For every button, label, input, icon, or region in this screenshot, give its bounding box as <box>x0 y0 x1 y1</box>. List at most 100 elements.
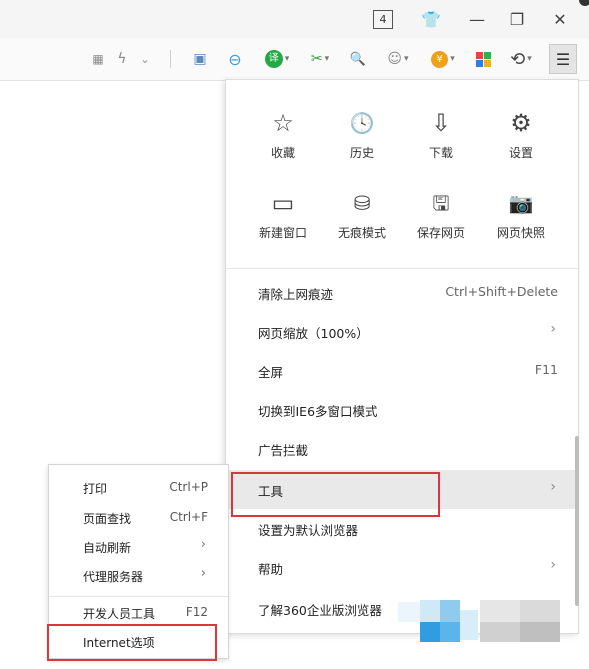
tools-submenu: 打印 Ctrl+P 页面查找 Ctrl+F 自动刷新 › 代理服务器 › 开发人… <box>47 464 229 661</box>
undo-button[interactable]: ⟲ ▾ <box>505 48 537 70</box>
internet-options-highlight-box <box>47 624 217 661</box>
menu-item-label: 设置为默认浏览器 <box>258 523 359 538</box>
ad-block-item[interactable]: 广告拦截 <box>226 429 578 468</box>
find-in-page-item[interactable]: 页面查找 Ctrl+F <box>49 503 228 532</box>
menu-item-label: 了解360企业版浏览器 <box>258 603 382 618</box>
favorites-item[interactable]: ☆ 收藏 <box>248 108 318 161</box>
mosaic-block <box>420 600 440 622</box>
undo-icon: ⟲ <box>510 48 526 70</box>
submenu-item-label: 页面查找 <box>83 512 132 526</box>
downloads-label: 下载 <box>428 146 453 160</box>
mosaic-block <box>520 600 560 622</box>
qr-code-icon[interactable]: ▦ <box>90 48 106 70</box>
window-icon: ▭ <box>271 189 295 217</box>
proxy-server-item[interactable]: 代理服务器 › <box>49 561 228 590</box>
menu-scrollbar[interactable] <box>575 436 579 606</box>
save-page-item[interactable]: 🖫 保存网页 <box>406 188 476 241</box>
menu-item-label: 全屏 <box>258 365 284 380</box>
coin-icon: ¥ <box>431 50 449 68</box>
title-bar: 4 👕 — ❐ ✕ <box>0 0 589 38</box>
menu-item-shortcut: F11 <box>534 362 558 377</box>
help-item[interactable]: 帮助 › <box>226 548 578 587</box>
submenu-item-shortcut: F12 <box>185 605 208 619</box>
star-icon: ☆ <box>272 109 294 137</box>
screenshot-icon[interactable]: ▣ <box>190 48 210 70</box>
chevron-right-icon: › <box>200 566 206 581</box>
main-menu: ☆ 收藏 🕓 历史 ⇩ 下载 ⚙ 设置 ▭ 新建窗口 ⛁ 无痕模式 🖫 保存网页… <box>225 79 579 634</box>
flash-icon[interactable]: ϟ <box>114 48 130 70</box>
translate-button[interactable]: 译 ▾ <box>262 48 292 70</box>
settings-item[interactable]: ⚙ 设置 <box>486 108 556 161</box>
menu-item-label: 清除上网痕迹 <box>258 287 334 302</box>
clear-history-item[interactable]: 清除上网痕迹 Ctrl+Shift+Delete <box>226 273 578 312</box>
new-window-label: 新建窗口 <box>258 226 307 240</box>
menu-item-label: 切换到IE6多窗口模式 <box>258 404 378 419</box>
print-item[interactable]: 打印 Ctrl+P <box>49 473 228 502</box>
chevron-down-icon[interactable]: ⌄ <box>138 48 152 70</box>
download-icon: ⇩ <box>430 109 452 137</box>
minus-circle-icon[interactable]: ⊖ <box>225 48 245 70</box>
submenu-item-shortcut: Ctrl+F <box>169 510 208 524</box>
menu-item-label: 网页缩放（100%） <box>258 326 369 341</box>
mosaic-block <box>440 600 460 622</box>
mosaic-block <box>440 622 460 642</box>
dropdown-arrow-icon: ▾ <box>324 54 330 64</box>
close-button[interactable]: ✕ <box>545 8 575 30</box>
screenshot-scissors-button[interactable]: ✂ ▾ <box>305 48 335 70</box>
dropdown-arrow-icon: ▾ <box>527 54 532 64</box>
auto-refresh-item[interactable]: 自动刷新 › <box>49 532 228 561</box>
default-browser-item[interactable]: 设置为默认浏览器 <box>226 509 578 548</box>
incognito-item[interactable]: ⛁ 无痕模式 <box>327 188 397 241</box>
game-icon: ☺ <box>387 51 403 67</box>
menu-divider <box>226 268 578 269</box>
new-window-item[interactable]: ▭ 新建窗口 <box>248 188 318 241</box>
mosaic-block <box>480 600 520 622</box>
submenu-item-label: 打印 <box>83 482 108 496</box>
translate-icon: 译 <box>264 50 283 68</box>
clock-icon: 🕓 <box>349 111 375 135</box>
history-item[interactable]: 🕓 历史 <box>327 108 397 161</box>
downloads-item[interactable]: ⇩ 下载 <box>406 108 476 161</box>
snapshot-item[interactable]: 📷 网页快照 <box>486 188 556 241</box>
settings-label: 设置 <box>508 146 533 160</box>
mosaic-block <box>480 622 520 642</box>
fullscreen-item[interactable]: 全屏 F11 <box>226 351 578 390</box>
minimize-button[interactable]: — <box>462 8 492 30</box>
chevron-right-icon: › <box>200 537 206 552</box>
menu-item-label: 广告拦截 <box>258 443 309 458</box>
menu-item-shortcut: Ctrl+Shift+Delete <box>445 284 558 299</box>
ie6-mode-item[interactable]: 切换到IE6多窗口模式 <box>226 390 578 429</box>
history-label: 历史 <box>349 146 374 160</box>
apps-icon[interactable] <box>473 48 493 70</box>
incognito-label: 无痕模式 <box>337 226 386 240</box>
chevron-right-icon: › <box>550 557 556 573</box>
search-icon[interactable]: 🔍 <box>348 48 368 70</box>
snapshot-label: 网页快照 <box>496 226 545 240</box>
dropdown-arrow-icon: ▾ <box>284 54 290 64</box>
tab-count-badge[interactable]: 4 <box>373 10 393 29</box>
submenu-item-label: 开发人员工具 <box>83 607 156 621</box>
dropdown-arrow-icon: ▾ <box>404 54 409 64</box>
corner-badge-icon <box>579 0 589 6</box>
scissors-icon: ✂ <box>310 51 323 67</box>
mosaic-block <box>520 622 560 642</box>
game-button[interactable]: ☺ ▾ <box>383 48 413 70</box>
main-menu-button[interactable]: ☰ <box>549 44 577 74</box>
skin-shirt-icon[interactable]: 👕 <box>416 8 446 30</box>
save-icon: 🖫 <box>432 191 450 215</box>
coin-button[interactable]: ¥ ▾ <box>428 48 458 70</box>
developer-tools-item[interactable]: 开发人员工具 F12 <box>49 598 228 627</box>
chevron-right-icon: › <box>550 321 556 337</box>
dropdown-arrow-icon: ▾ <box>450 54 455 64</box>
camera-icon: 📷 <box>508 191 534 215</box>
chevron-right-icon: › <box>550 479 556 495</box>
restore-button[interactable]: ❐ <box>502 8 532 30</box>
menu-item-label: 帮助 <box>258 562 284 577</box>
incognito-icon: ⛁ <box>353 191 371 215</box>
mosaic-block <box>460 610 478 640</box>
submenu-item-label: 自动刷新 <box>83 541 132 555</box>
gear-icon: ⚙ <box>510 109 532 137</box>
zoom-item[interactable]: 网页缩放（100%） › <box>226 312 578 351</box>
save-page-label: 保存网页 <box>416 226 465 240</box>
submenu-item-shortcut: Ctrl+P <box>169 480 208 494</box>
